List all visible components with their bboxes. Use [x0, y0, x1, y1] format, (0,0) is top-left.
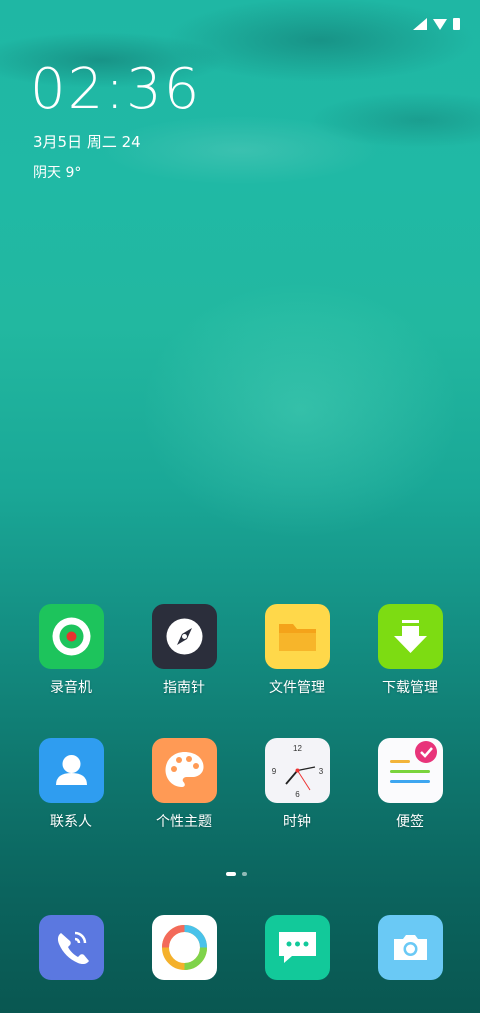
app-label: 便签 [396, 814, 424, 830]
app-download-manager[interactable]: 下载管理 [360, 604, 460, 697]
app-file-manager[interactable]: 文件管理 [247, 604, 347, 697]
app-label: 指南针 [163, 680, 205, 696]
compass-icon [151, 604, 217, 669]
app-themes[interactable]: 个性主题 [134, 738, 234, 831]
download-icon [377, 604, 443, 669]
app-label: 联系人 [50, 814, 92, 830]
page-indicator [226, 872, 247, 876]
wallpaper-wave [0, 0, 480, 260]
app-clock[interactable]: 12 3 6 9 时钟 [247, 738, 347, 831]
app-compass[interactable]: 指南针 [134, 604, 234, 697]
notes-icon [377, 738, 443, 803]
messages-icon [264, 915, 330, 980]
dock-browser[interactable] [134, 915, 234, 980]
lockscreen-date: 3月5日 周二 24 [33, 133, 141, 151]
wifi-icon [433, 18, 447, 30]
app-contacts[interactable]: 联系人 [21, 738, 121, 831]
dock-phone[interactable] [21, 915, 121, 980]
app-label: 文件管理 [269, 680, 325, 696]
clock-numeral-9: 9 [271, 767, 276, 776]
lockscreen-weather: 阴天 9° [33, 165, 82, 181]
app-recorder[interactable]: 录音机 [21, 604, 121, 697]
app-label: 个性主题 [156, 814, 212, 830]
battery-icon [453, 18, 460, 30]
lockscreen-time: 02:36 [30, 57, 202, 122]
app-notes[interactable]: 便签 [360, 738, 460, 831]
page-dot [242, 872, 247, 876]
app-label: 时钟 [283, 814, 311, 830]
app-label: 录音机 [50, 680, 92, 696]
recorder-icon [38, 604, 104, 669]
clock-numeral-3: 3 [318, 767, 323, 776]
clock-numeral-12: 12 [293, 744, 302, 753]
phone-icon [38, 915, 104, 980]
camera-icon [377, 915, 443, 980]
app-label: 下载管理 [382, 680, 438, 696]
wallpaper-glow [140, 280, 460, 540]
folder-icon [264, 604, 330, 669]
signal-icon [413, 18, 427, 30]
clock-numeral-6: 6 [295, 790, 300, 799]
page-dot-active [226, 872, 236, 876]
theme-palette-icon [151, 738, 217, 803]
status-bar [413, 18, 460, 30]
browser-icon [151, 915, 217, 980]
contacts-icon [38, 738, 104, 803]
dock-messages[interactable] [247, 915, 347, 980]
dock-camera[interactable] [360, 915, 460, 980]
clock-icon: 12 3 6 9 [264, 738, 330, 803]
